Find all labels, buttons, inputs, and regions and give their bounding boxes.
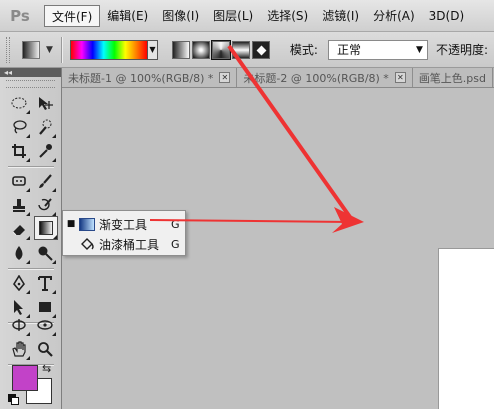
menu-layer[interactable]: 图层(L) [206, 5, 260, 27]
mode-value: 正常 [336, 43, 361, 57]
menu-file[interactable]: 文件(F) [44, 4, 101, 27]
dodge-tool-icon[interactable] [34, 242, 56, 264]
flyout-item-gradient-tool[interactable]: ■ 渐变工具 G [63, 214, 185, 234]
selected-bullet-icon: ■ [66, 219, 76, 229]
zoom-tool-icon[interactable] [34, 338, 56, 360]
swap-colors-icon[interactable]: ⇆ [42, 362, 51, 375]
diamond-gradient-button[interactable] [251, 40, 270, 59]
menu-select[interactable]: 选择(S) [260, 5, 315, 27]
toolbox-divider [8, 166, 54, 167]
gradient-type-group [171, 39, 270, 60]
tab-untitled-1[interactable]: 未标题-1 @ 100%(RGB/8) * ✕ [62, 68, 238, 87]
3d-rotate-tool-icon[interactable] [8, 314, 30, 336]
clone-stamp-tool-icon[interactable] [8, 194, 30, 216]
menu-image[interactable]: 图像(I) [155, 5, 206, 27]
mode-label: 模式: [289, 43, 318, 57]
document-tab-bar: 未标题-1 @ 100%(RGB/8) * ✕ 未标题-2 @ 100%(RGB… [62, 68, 494, 88]
gradient-dropdown-button[interactable]: ▼ [146, 40, 157, 59]
default-colors-icon[interactable] [8, 394, 19, 405]
lasso-tool-icon[interactable] [8, 116, 30, 138]
tab-label: 未标题-2 @ 100%(RGB/8) * [243, 71, 389, 85]
gradient-picker[interactable]: ▼ [69, 39, 158, 60]
flyout-item-label: 渐变工具 [99, 217, 148, 232]
menu-filter[interactable]: 滤镜(I) [315, 5, 366, 27]
toolbox: ◂◂ [0, 68, 62, 409]
options-bar-grip[interactable] [6, 36, 10, 63]
options-bar: ▼ ▼ 模式: 正常 ▼ 不透明度: [0, 32, 494, 68]
radial-gradient-button[interactable] [191, 40, 210, 59]
mode-select[interactable]: 正常 ▼ [327, 39, 428, 60]
toolbox-collapse[interactable]: ◂◂ [0, 68, 61, 77]
crop-tool-icon[interactable] [8, 140, 30, 162]
angle-gradient-button[interactable] [210, 39, 231, 60]
marquee-tool-icon[interactable] [8, 92, 30, 114]
close-icon[interactable]: ✕ [219, 72, 231, 83]
eyedropper-tool-icon[interactable] [34, 140, 56, 162]
type-tool-icon[interactable] [34, 272, 56, 294]
healing-brush-tool-icon[interactable] [8, 170, 30, 192]
brush-tool-icon[interactable] [34, 170, 56, 192]
tab-untitled-2[interactable]: 未标题-2 @ 100%(RGB/8) * ✕ [237, 68, 413, 87]
gradient-tool-preset-icon [22, 40, 40, 59]
opacity-label: 不透明度: [435, 43, 489, 57]
tab-brush-coloring[interactable]: 画笔上色.psd [412, 68, 494, 87]
quick-selection-tool-icon[interactable] [34, 116, 56, 138]
toolbox-grip[interactable] [6, 80, 55, 88]
menu-edit[interactable]: 编辑(E) [100, 5, 155, 27]
paint-bucket-icon [79, 237, 95, 251]
chevron-down-icon: ▼ [46, 44, 53, 55]
move-tool-icon[interactable] [34, 92, 56, 114]
gradient-tool-flyout: ■ 渐变工具 G 油漆桶工具 G [62, 210, 186, 256]
gradient-preview[interactable] [70, 40, 147, 59]
toolbox-divider [8, 268, 54, 269]
tab-label: 未标题-1 @ 100%(RGB/8) * [68, 71, 214, 85]
tab-label: 画笔上色.psd [418, 71, 487, 85]
close-icon[interactable]: ✕ [394, 72, 406, 83]
eraser-tool-icon[interactable] [8, 218, 30, 240]
options-separator [60, 36, 62, 63]
flyout-item-label: 油漆桶工具 [99, 237, 160, 252]
shortcut-key: G [171, 217, 180, 231]
menu-bar: Ps 文件(F) 编辑(E) 图像(I) 图层(L) 选择(S) 滤镜(I) 分… [0, 0, 494, 32]
3d-orbit-tool-icon[interactable] [34, 314, 56, 336]
gradient-icon [39, 221, 53, 235]
linear-gradient-button[interactable] [171, 40, 190, 59]
menu-analysis[interactable]: 分析(A) [366, 5, 422, 27]
reflected-gradient-button[interactable] [231, 40, 250, 59]
chevron-down-icon: ▼ [416, 44, 423, 55]
gradient-icon [79, 217, 95, 231]
gradient-tool-icon[interactable] [34, 216, 58, 240]
tool-preset-picker[interactable]: ▼ [22, 40, 53, 59]
menu-3d[interactable]: 3D(D) [422, 5, 471, 27]
hand-tool-icon[interactable] [8, 338, 30, 360]
history-brush-tool-icon[interactable] [34, 194, 56, 216]
flyout-item-paint-bucket-tool[interactable]: 油漆桶工具 G [63, 234, 185, 254]
foreground-color-swatch[interactable] [12, 365, 38, 391]
shortcut-key: G [171, 237, 180, 251]
photoshop-logo: Ps [10, 6, 30, 25]
blur-tool-icon[interactable] [8, 242, 30, 264]
document-canvas[interactable] [438, 248, 494, 409]
pen-tool-icon[interactable] [8, 272, 30, 294]
